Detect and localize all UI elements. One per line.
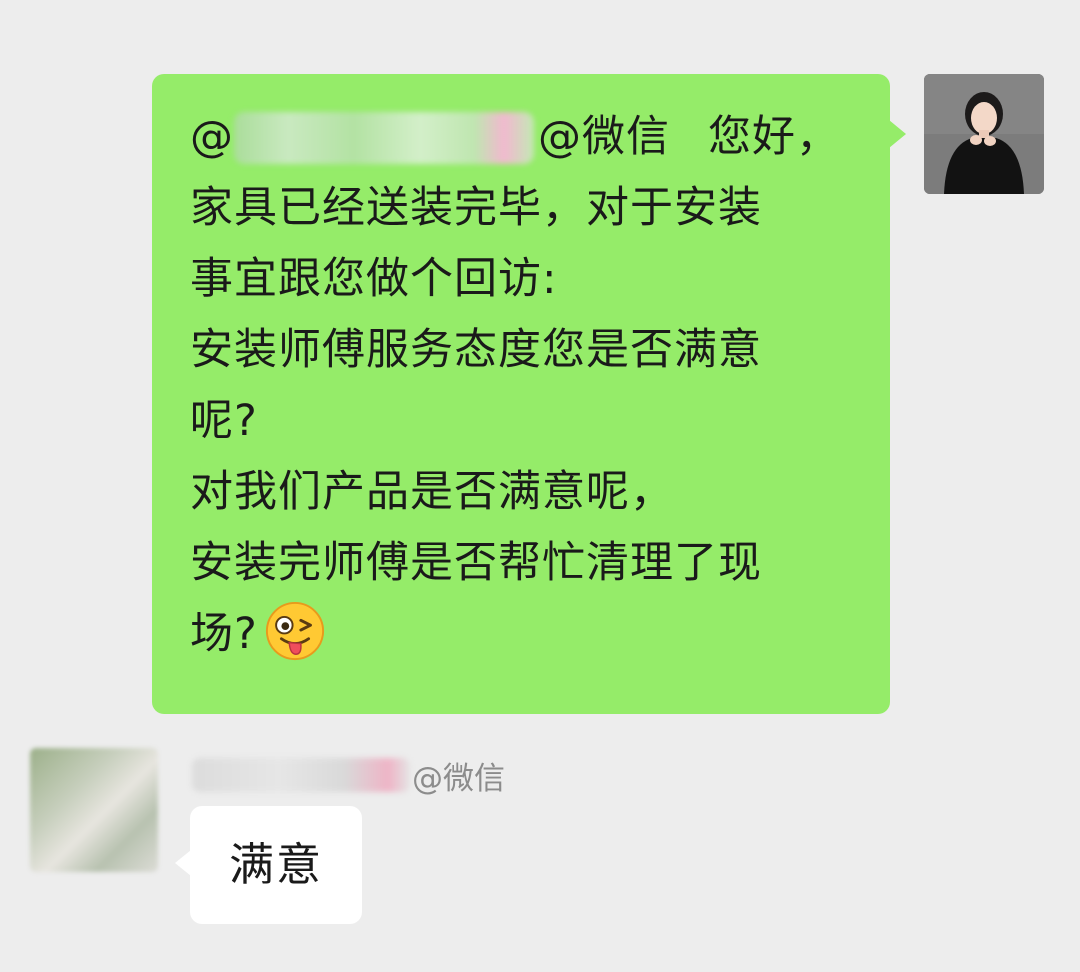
blurred-recipient-name (234, 111, 534, 164)
outgoing-message-bubble[interactable]: @ @微信 您好， 家具已经送装完毕，对于安装 事宜跟您做个回访: 安装师傅服务… (152, 74, 906, 714)
blurred-sender-name (192, 758, 410, 792)
sender-name: @微信 (192, 752, 505, 798)
message-line: 事宜跟您做个回访: (190, 254, 558, 304)
message-line: 安装师傅服务态度您是否满意 (190, 325, 762, 375)
sender-source: @微信 (412, 760, 505, 797)
self-avatar-portrait (924, 74, 1044, 194)
message-last-text: 场? (190, 609, 258, 659)
mention-at-sign: @ (190, 112, 234, 162)
incoming-message-text: 满意 (228, 838, 323, 891)
winking-tongue-emoji-icon (265, 601, 324, 661)
incoming-message-bubble[interactable]: 满意 (175, 806, 362, 924)
contact-avatar[interactable] (30, 748, 158, 872)
mention-source: @微信 (538, 112, 670, 162)
mention-line: @ @微信 您好， (190, 102, 862, 173)
message-line: 呢? (190, 396, 258, 446)
message-line: 安装完师傅是否帮忙清理了现 (190, 538, 762, 588)
message-line: 家具已经送装完毕，对于安装 (190, 183, 762, 233)
message-line: 对我们产品是否满意呢， (190, 467, 674, 517)
self-avatar[interactable] (924, 74, 1044, 194)
greeting-text: 您好， (708, 112, 840, 162)
message-last-line: 场? (190, 599, 862, 670)
